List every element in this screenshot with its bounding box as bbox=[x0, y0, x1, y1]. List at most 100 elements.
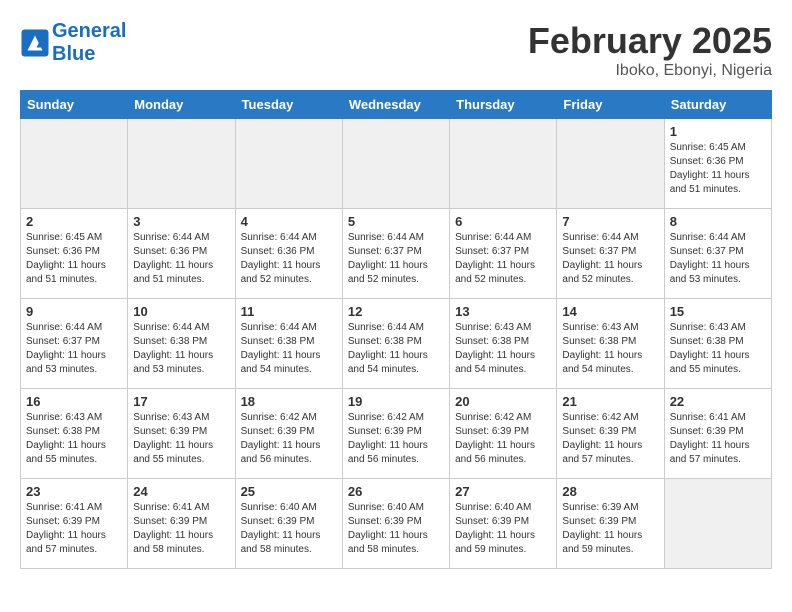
title-block: February 2025 Iboko, Ebonyi, Nigeria bbox=[528, 20, 772, 80]
day-info: Sunrise: 6:43 AM Sunset: 6:38 PM Dayligh… bbox=[670, 321, 766, 377]
calendar-cell: 22 Sunrise: 6:41 AM Sunset: 6:39 PM Dayli… bbox=[664, 389, 771, 479]
day-number: 25 bbox=[241, 484, 337, 499]
calendar-cell: 10 Sunrise: 6:44 AM Sunset: 6:38 PM Dayli… bbox=[128, 299, 235, 389]
day-number: 20 bbox=[455, 394, 551, 409]
day-number: 12 bbox=[348, 304, 444, 319]
day-number: 21 bbox=[562, 394, 658, 409]
day-number: 23 bbox=[26, 484, 122, 499]
calendar-cell: 25 Sunrise: 6:40 AM Sunset: 6:39 PM Dayli… bbox=[235, 479, 342, 569]
day-info: Sunrise: 6:44 AM Sunset: 6:36 PM Dayligh… bbox=[241, 231, 337, 287]
calendar-cell: 27 Sunrise: 6:40 AM Sunset: 6:39 PM Dayli… bbox=[450, 479, 557, 569]
calendar-cell: 3Sunrise: 6:44 AM Sunset: 6:36 PM Daylig… bbox=[128, 209, 235, 299]
day-info: Sunrise: 6:40 AM Sunset: 6:39 PM Dayligh… bbox=[455, 501, 551, 557]
day-number: 10 bbox=[133, 304, 229, 319]
day-number: 17 bbox=[133, 394, 229, 409]
logo-text: General Blue bbox=[52, 20, 126, 66]
calendar-cell: 16 Sunrise: 6:43 AM Sunset: 6:38 PM Dayli… bbox=[21, 389, 128, 479]
calendar-cell: 23 Sunrise: 6:41 AM Sunset: 6:39 PM Dayli… bbox=[21, 479, 128, 569]
day-info: Sunrise: 6:41 AM Sunset: 6:39 PM Dayligh… bbox=[133, 501, 229, 557]
calendar-cell: 1 Sunrise: 6:45 AM Sunset: 6:36 PM Daylig… bbox=[664, 119, 771, 209]
day-info: Sunrise: 6:42 AM Sunset: 6:39 PM Dayligh… bbox=[455, 411, 551, 467]
day-info: Sunrise: 6:43 AM Sunset: 6:39 PM Dayligh… bbox=[133, 411, 229, 467]
day-info: Sunrise: 6:44 AM Sunset: 6:38 PM Dayligh… bbox=[133, 321, 229, 377]
day-number: 27 bbox=[455, 484, 551, 499]
day-info: Sunrise: 6:42 AM Sunset: 6:39 PM Dayligh… bbox=[562, 411, 658, 467]
day-number: 15 bbox=[670, 304, 766, 319]
calendar-cell: 28 Sunrise: 6:39 AM Sunset: 6:39 PM Dayli… bbox=[557, 479, 664, 569]
day-number: 2 bbox=[26, 214, 122, 229]
day-info: Sunrise: 6:41 AM Sunset: 6:39 PM Dayligh… bbox=[26, 501, 122, 557]
day-info: Sunrise: 6:44 AM Sunset: 6:37 PM Dayligh… bbox=[26, 321, 122, 377]
calendar-cell: 12 Sunrise: 6:44 AM Sunset: 6:38 PM Dayli… bbox=[342, 299, 449, 389]
day-info: Sunrise: 6:40 AM Sunset: 6:39 PM Dayligh… bbox=[241, 501, 337, 557]
weekday-header: Monday bbox=[128, 91, 235, 119]
day-info: Sunrise: 6:41 AM Sunset: 6:39 PM Dayligh… bbox=[670, 411, 766, 467]
calendar-cell bbox=[557, 119, 664, 209]
weekday-header: Saturday bbox=[664, 91, 771, 119]
calendar-cell: 9 Sunrise: 6:44 AM Sunset: 6:37 PM Daylig… bbox=[21, 299, 128, 389]
day-number: 14 bbox=[562, 304, 658, 319]
day-number: 18 bbox=[241, 394, 337, 409]
calendar-week-row: 1 Sunrise: 6:45 AM Sunset: 6:36 PM Daylig… bbox=[21, 119, 772, 209]
calendar-subtitle: Iboko, Ebonyi, Nigeria bbox=[528, 62, 772, 80]
calendar-week-row: 23 Sunrise: 6:41 AM Sunset: 6:39 PM Dayli… bbox=[21, 479, 772, 569]
logo-icon bbox=[20, 28, 50, 58]
logo: General Blue bbox=[20, 20, 126, 66]
calendar-cell: 21 Sunrise: 6:42 AM Sunset: 6:39 PM Dayli… bbox=[557, 389, 664, 479]
day-info: Sunrise: 6:43 AM Sunset: 6:38 PM Dayligh… bbox=[26, 411, 122, 467]
day-info: Sunrise: 6:44 AM Sunset: 6:38 PM Dayligh… bbox=[348, 321, 444, 377]
day-number: 1 bbox=[670, 124, 766, 139]
day-info: Sunrise: 6:40 AM Sunset: 6:39 PM Dayligh… bbox=[348, 501, 444, 557]
calendar-cell: 5 Sunrise: 6:44 AM Sunset: 6:37 PM Daylig… bbox=[342, 209, 449, 299]
day-number: 24 bbox=[133, 484, 229, 499]
calendar-cell bbox=[21, 119, 128, 209]
day-info: Sunrise: 6:44 AM Sunset: 6:36 PM Dayligh… bbox=[133, 231, 229, 287]
calendar-cell: 19Sunrise: 6:42 AM Sunset: 6:39 PM Dayli… bbox=[342, 389, 449, 479]
calendar-cell: 26 Sunrise: 6:40 AM Sunset: 6:39 PM Dayli… bbox=[342, 479, 449, 569]
day-number: 8 bbox=[670, 214, 766, 229]
day-number: 11 bbox=[241, 304, 337, 319]
day-info: Sunrise: 6:42 AM Sunset: 6:39 PM Dayligh… bbox=[241, 411, 337, 467]
calendar-cell: 11Sunrise: 6:44 AM Sunset: 6:38 PM Dayli… bbox=[235, 299, 342, 389]
day-number: 16 bbox=[26, 394, 122, 409]
day-number: 9 bbox=[26, 304, 122, 319]
calendar-cell: 17 Sunrise: 6:43 AM Sunset: 6:39 PM Dayli… bbox=[128, 389, 235, 479]
day-number: 5 bbox=[348, 214, 444, 229]
day-number: 4 bbox=[241, 214, 337, 229]
calendar-cell: 24 Sunrise: 6:41 AM Sunset: 6:39 PM Dayli… bbox=[128, 479, 235, 569]
page-header: General Blue February 2025 Iboko, Ebonyi… bbox=[20, 20, 772, 80]
calendar-cell: 4 Sunrise: 6:44 AM Sunset: 6:36 PM Daylig… bbox=[235, 209, 342, 299]
weekday-header: Thursday bbox=[450, 91, 557, 119]
day-info: Sunrise: 6:43 AM Sunset: 6:38 PM Dayligh… bbox=[455, 321, 551, 377]
day-info: Sunrise: 6:45 AM Sunset: 6:36 PM Dayligh… bbox=[670, 141, 766, 197]
calendar-header-row: SundayMondayTuesdayWednesdayThursdayFrid… bbox=[21, 91, 772, 119]
calendar-body: 1 Sunrise: 6:45 AM Sunset: 6:36 PM Daylig… bbox=[21, 119, 772, 569]
calendar-cell bbox=[128, 119, 235, 209]
weekday-header: Friday bbox=[557, 91, 664, 119]
day-info: Sunrise: 6:44 AM Sunset: 6:37 PM Dayligh… bbox=[670, 231, 766, 287]
calendar-week-row: 16 Sunrise: 6:43 AM Sunset: 6:38 PM Dayli… bbox=[21, 389, 772, 479]
calendar-cell bbox=[450, 119, 557, 209]
day-info: Sunrise: 6:44 AM Sunset: 6:37 PM Dayligh… bbox=[348, 231, 444, 287]
calendar-cell: 7 Sunrise: 6:44 AM Sunset: 6:37 PM Daylig… bbox=[557, 209, 664, 299]
day-number: 28 bbox=[562, 484, 658, 499]
day-number: 6 bbox=[455, 214, 551, 229]
day-number: 26 bbox=[348, 484, 444, 499]
calendar-week-row: 9 Sunrise: 6:44 AM Sunset: 6:37 PM Daylig… bbox=[21, 299, 772, 389]
calendar-table: SundayMondayTuesdayWednesdayThursdayFrid… bbox=[20, 90, 772, 569]
calendar-cell: 2 Sunrise: 6:45 AM Sunset: 6:36 PM Daylig… bbox=[21, 209, 128, 299]
weekday-header: Tuesday bbox=[235, 91, 342, 119]
calendar-cell bbox=[342, 119, 449, 209]
day-info: Sunrise: 6:39 AM Sunset: 6:39 PM Dayligh… bbox=[562, 501, 658, 557]
calendar-cell: 13Sunrise: 6:43 AM Sunset: 6:38 PM Dayli… bbox=[450, 299, 557, 389]
day-number: 7 bbox=[562, 214, 658, 229]
calendar-cell: 20 Sunrise: 6:42 AM Sunset: 6:39 PM Dayli… bbox=[450, 389, 557, 479]
day-info: Sunrise: 6:43 AM Sunset: 6:38 PM Dayligh… bbox=[562, 321, 658, 377]
day-number: 22 bbox=[670, 394, 766, 409]
day-info: Sunrise: 6:45 AM Sunset: 6:36 PM Dayligh… bbox=[26, 231, 122, 287]
day-info: Sunrise: 6:44 AM Sunset: 6:37 PM Dayligh… bbox=[562, 231, 658, 287]
day-info: Sunrise: 6:42 AM Sunset: 6:39 PM Dayligh… bbox=[348, 411, 444, 467]
calendar-week-row: 2 Sunrise: 6:45 AM Sunset: 6:36 PM Daylig… bbox=[21, 209, 772, 299]
day-info: Sunrise: 6:44 AM Sunset: 6:37 PM Dayligh… bbox=[455, 231, 551, 287]
calendar-cell: 6 Sunrise: 6:44 AM Sunset: 6:37 PM Daylig… bbox=[450, 209, 557, 299]
